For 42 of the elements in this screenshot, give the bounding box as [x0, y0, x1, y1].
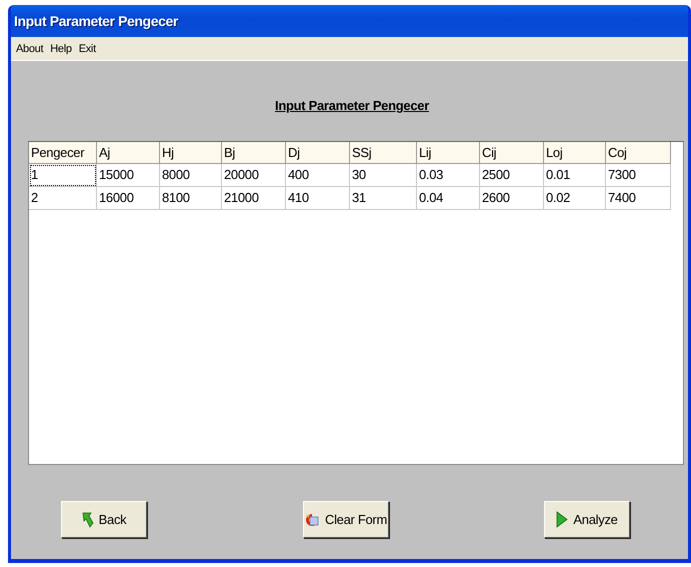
- column-header[interactable]: Aj: [97, 142, 160, 164]
- column-header[interactable]: Hj: [160, 142, 222, 164]
- table-cell: 400: [286, 164, 350, 187]
- table-cell: 30: [350, 164, 417, 187]
- menu-item[interactable]: Exit: [78, 42, 96, 54]
- table-cell: 20000: [222, 164, 286, 187]
- table-cell: 2: [29, 187, 97, 210]
- data-grid[interactable]: Pengecer Aj Hj Bj Dj SSj Lij Cij Loj Coj 1 15000 8000 20000 400 30 0.03 2500 0.01 7300 2 16000 8100 21000 410 31 0.04 2600 0.02 7400: [28, 141, 684, 465]
- table-cell: 8100: [160, 187, 222, 210]
- table-cell: 2600: [480, 187, 544, 210]
- analyze-button[interactable]: Analyze: [544, 501, 630, 538]
- column-header[interactable]: Pengecer: [29, 142, 97, 164]
- column-header[interactable]: Loj: [544, 142, 606, 164]
- table-cell: 0.04: [417, 187, 480, 210]
- table-cell: 31: [350, 187, 417, 210]
- table-cell: 1: [29, 164, 97, 187]
- column-header[interactable]: Coj: [606, 142, 671, 164]
- table-cell: 0.02: [544, 187, 606, 210]
- column-header[interactable]: Bj: [222, 142, 286, 164]
- table-cell: 21000: [222, 187, 286, 210]
- play-icon: [556, 511, 568, 528]
- table-cell: 0.01: [544, 164, 606, 187]
- table-cell: 8000: [160, 164, 222, 187]
- table-cell: 7400: [606, 187, 671, 210]
- arrow-icon: [82, 512, 94, 528]
- table-cell: 15000: [97, 164, 160, 187]
- refresh-icon: [304, 512, 320, 528]
- form-heading: Input Parameter Pengecer: [274, 98, 430, 113]
- table-cell: 410: [286, 187, 350, 210]
- clear-form-button[interactable]: Clear Form: [302, 501, 388, 538]
- window-title: Input Parameter Pengecer: [14, 13, 178, 29]
- table-cell: 0.03: [417, 164, 480, 187]
- menu-item[interactable]: Help: [50, 42, 72, 54]
- column-header[interactable]: Cij: [480, 142, 544, 164]
- column-header[interactable]: Lij: [417, 142, 480, 164]
- table-cell: 7300: [606, 164, 671, 187]
- back-button[interactable]: Back: [61, 501, 147, 538]
- column-header[interactable]: SSj: [350, 142, 417, 164]
- column-header[interactable]: Dj: [286, 142, 350, 164]
- table-cell: 16000: [97, 187, 160, 210]
- menu-item[interactable]: About: [16, 42, 44, 54]
- table-cell: 2500: [480, 164, 544, 187]
